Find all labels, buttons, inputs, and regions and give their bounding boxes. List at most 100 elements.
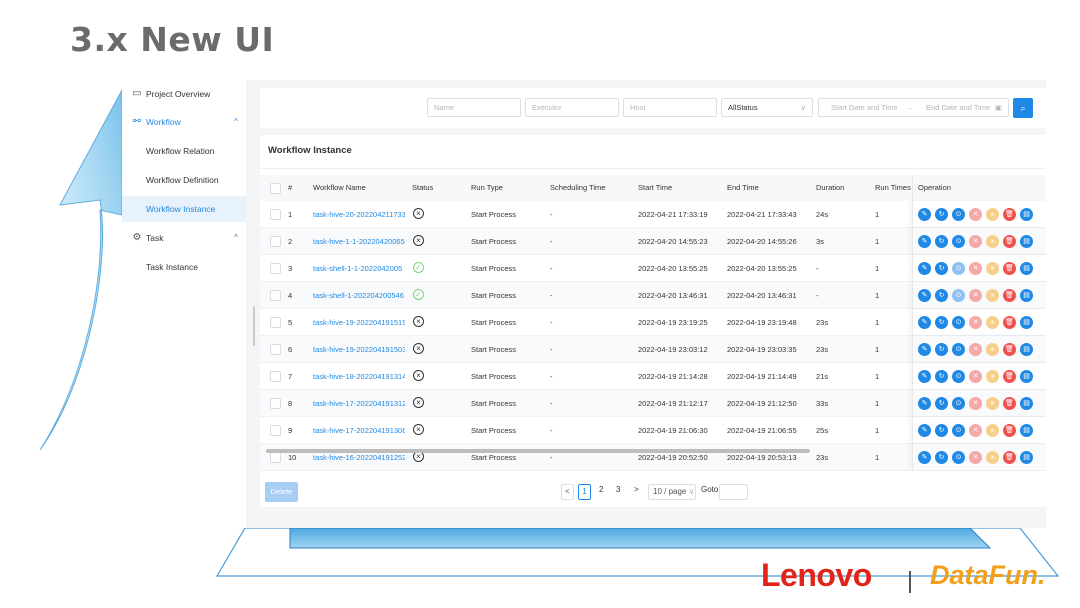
pause-icon[interactable]: ⏸	[986, 262, 999, 275]
recover-icon[interactable]: ⊙	[952, 316, 965, 329]
horizontal-scrollbar[interactable]	[266, 449, 810, 453]
pause-icon[interactable]: ⏸	[986, 370, 999, 383]
sidebar-item-project-overview[interactable]: ▭ Project Overview	[122, 81, 246, 107]
workflow-name-link[interactable]: task-hive-19-202204191503	[313, 336, 405, 363]
recover-icon[interactable]: ⊙	[952, 397, 965, 410]
sidebar-item-workflow-relation[interactable]: Workflow Relation	[122, 138, 246, 164]
stop-icon[interactable]: ✕	[969, 424, 982, 437]
row-checkbox[interactable]	[270, 236, 281, 247]
delete-icon[interactable]: 🗑	[1003, 235, 1016, 248]
edit-icon[interactable]: ✎	[918, 397, 931, 410]
row-checkbox[interactable]	[270, 425, 281, 436]
next-page-button[interactable]: >	[634, 485, 639, 494]
sidebar-scrollbar[interactable]	[253, 306, 255, 346]
edit-icon[interactable]: ✎	[918, 235, 931, 248]
row-checkbox[interactable]	[270, 371, 281, 382]
workflow-name-link[interactable]: task-shell-1-1-2022042005	[313, 255, 405, 282]
rerun-icon[interactable]: ↻	[935, 208, 948, 221]
rerun-icon[interactable]: ↻	[935, 343, 948, 356]
stop-icon[interactable]: ✕	[969, 451, 982, 464]
rerun-icon[interactable]: ↻	[935, 316, 948, 329]
executor-input[interactable]: Executor	[525, 98, 619, 117]
sidebar-item-workflow-definition[interactable]: Workflow Definition	[122, 167, 246, 193]
recover-icon[interactable]: ⊙	[952, 343, 965, 356]
prev-page-button[interactable]: <	[561, 484, 574, 500]
edit-icon[interactable]: ✎	[918, 262, 931, 275]
edit-icon[interactable]: ✎	[918, 208, 931, 221]
workflow-name-link[interactable]: task-hive-17-202204191312	[313, 390, 405, 417]
delete-icon[interactable]: 🗑	[1003, 424, 1016, 437]
pause-icon[interactable]: ⏸	[986, 451, 999, 464]
sidebar-item-workflow[interactable]: ⚯ Workflow ^	[122, 109, 246, 135]
stop-icon[interactable]: ✕	[969, 235, 982, 248]
page-1-button[interactable]: 1	[578, 484, 591, 500]
workflow-name-link[interactable]: task-hive-17-202204191306	[313, 417, 405, 444]
delete-icon[interactable]: 🗑	[1003, 316, 1016, 329]
gantt-icon[interactable]: ▤	[1020, 316, 1033, 329]
page-size-select[interactable]: 10 / page ∨	[648, 484, 696, 500]
recover-icon[interactable]: ⊙	[952, 289, 965, 302]
workflow-name-link[interactable]: task-hive-18-202204191314	[313, 363, 405, 390]
search-button[interactable]: ⌕	[1013, 98, 1033, 118]
pause-icon[interactable]: ⏸	[986, 235, 999, 248]
pause-icon[interactable]: ⏸	[986, 316, 999, 329]
row-checkbox[interactable]	[270, 344, 281, 355]
gantt-icon[interactable]: ▤	[1020, 451, 1033, 464]
stop-icon[interactable]: ✕	[969, 262, 982, 275]
recover-icon[interactable]: ⊙	[952, 370, 965, 383]
pause-icon[interactable]: ⏸	[986, 289, 999, 302]
stop-icon[interactable]: ✕	[969, 208, 982, 221]
gantt-icon[interactable]: ▤	[1020, 397, 1033, 410]
delete-icon[interactable]: 🗑	[1003, 343, 1016, 356]
recover-icon[interactable]: ⊙	[952, 208, 965, 221]
stop-icon[interactable]: ✕	[969, 316, 982, 329]
rerun-icon[interactable]: ↻	[935, 235, 948, 248]
workflow-name-link[interactable]: task-hive-1-1-20220420065	[313, 228, 405, 255]
gantt-icon[interactable]: ▤	[1020, 262, 1033, 275]
edit-icon[interactable]: ✎	[918, 424, 931, 437]
pause-icon[interactable]: ⏸	[986, 424, 999, 437]
delete-icon[interactable]: 🗑	[1003, 262, 1016, 275]
stop-icon[interactable]: ✕	[969, 397, 982, 410]
workflow-name-link[interactable]: task-hive-19-202204191519	[313, 309, 405, 336]
status-select[interactable]: AllStatus ∨	[721, 98, 813, 117]
delete-icon[interactable]: 🗑	[1003, 397, 1016, 410]
stop-icon[interactable]: ✕	[969, 289, 982, 302]
stop-icon[interactable]: ✕	[969, 343, 982, 356]
rerun-icon[interactable]: ↻	[935, 451, 948, 464]
page-3-button[interactable]: 3	[616, 485, 620, 494]
edit-icon[interactable]: ✎	[918, 370, 931, 383]
rerun-icon[interactable]: ↻	[935, 262, 948, 275]
rerun-icon[interactable]: ↻	[935, 397, 948, 410]
row-checkbox[interactable]	[270, 290, 281, 301]
date-range-picker[interactable]: Start Date and Time → End Date and Time …	[818, 98, 1009, 117]
row-checkbox[interactable]	[270, 317, 281, 328]
delete-icon[interactable]: 🗑	[1003, 208, 1016, 221]
gantt-icon[interactable]: ▤	[1020, 208, 1033, 221]
row-checkbox[interactable]	[270, 452, 281, 463]
stop-icon[interactable]: ✕	[969, 370, 982, 383]
gantt-icon[interactable]: ▤	[1020, 235, 1033, 248]
select-all-checkbox[interactable]	[270, 183, 281, 194]
delete-icon[interactable]: 🗑	[1003, 451, 1016, 464]
recover-icon[interactable]: ⊙	[952, 262, 965, 275]
workflow-name-link[interactable]: task-shell-1-202204200546	[313, 282, 405, 309]
recover-icon[interactable]: ⊙	[952, 424, 965, 437]
goto-input[interactable]	[719, 484, 748, 500]
name-input[interactable]: Name	[427, 98, 521, 117]
sidebar-item-task[interactable]: ⚙ Task ^	[122, 225, 246, 251]
sidebar-item-task-instance[interactable]: Task Instance	[122, 254, 246, 280]
row-checkbox[interactable]	[270, 398, 281, 409]
recover-icon[interactable]: ⊙	[952, 451, 965, 464]
host-input[interactable]: Host	[623, 98, 717, 117]
pause-icon[interactable]: ⏸	[986, 397, 999, 410]
pause-icon[interactable]: ⏸	[986, 208, 999, 221]
edit-icon[interactable]: ✎	[918, 289, 931, 302]
row-checkbox[interactable]	[270, 263, 281, 274]
row-checkbox[interactable]	[270, 209, 281, 220]
rerun-icon[interactable]: ↻	[935, 289, 948, 302]
pause-icon[interactable]: ⏸	[986, 343, 999, 356]
rerun-icon[interactable]: ↻	[935, 424, 948, 437]
gantt-icon[interactable]: ▤	[1020, 289, 1033, 302]
gantt-icon[interactable]: ▤	[1020, 370, 1033, 383]
